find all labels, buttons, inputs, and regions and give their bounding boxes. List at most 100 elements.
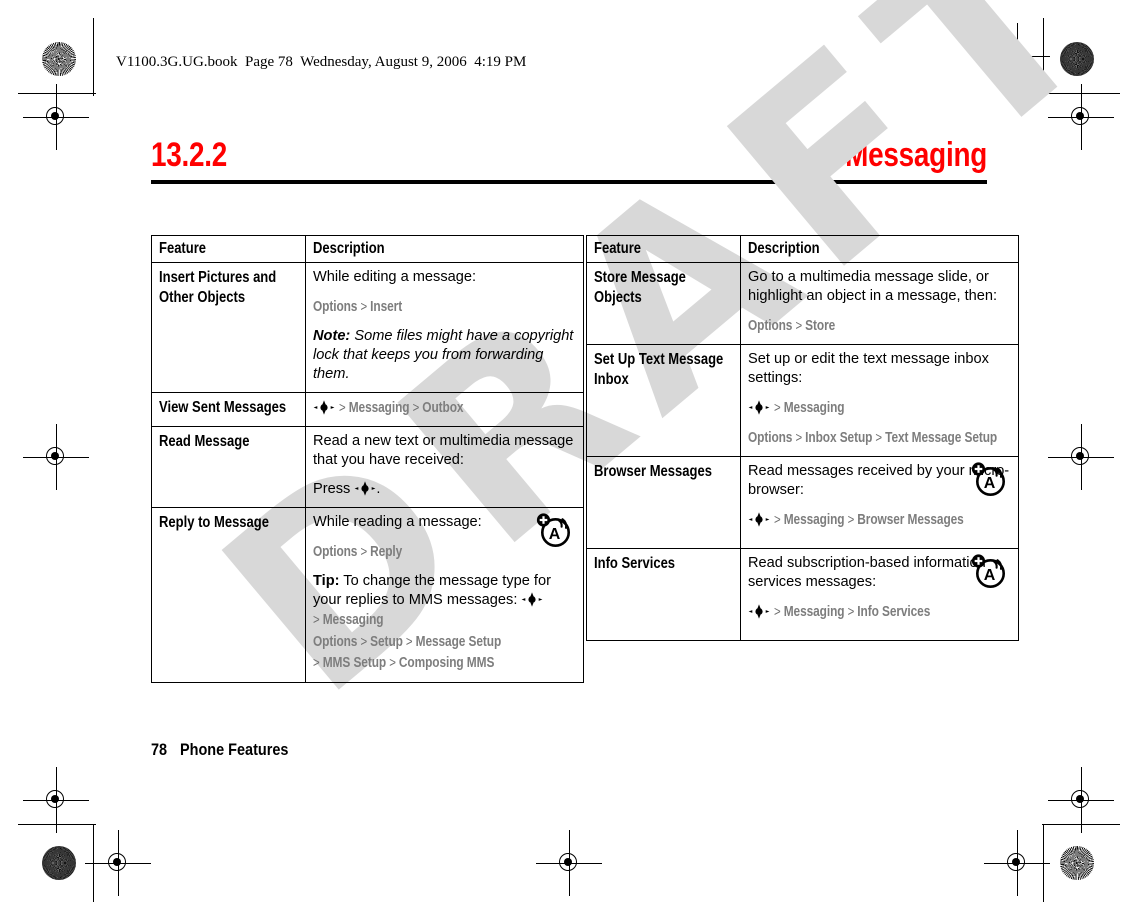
column-header-label: Feature bbox=[594, 240, 642, 257]
menu-path[interactable]: Options > Store bbox=[748, 316, 835, 336]
description-body: Go to a multimedia message slide, or hig… bbox=[748, 268, 1011, 336]
description-body: Read subscription-based information serv… bbox=[748, 554, 1011, 622]
menu-path-line: > Messaging > Outbox bbox=[313, 398, 576, 418]
description-text: Set up or edit the text message inbox se… bbox=[748, 350, 989, 386]
menu-path-item[interactable]: Options bbox=[313, 544, 357, 560]
menu-path-line: > Messaging bbox=[748, 398, 1011, 418]
menu-path-item[interactable]: Reply bbox=[370, 544, 402, 560]
menu-path-item[interactable]: Options bbox=[313, 299, 357, 315]
feature-label: Insert Pictures and Other Objects bbox=[159, 269, 277, 306]
path-separator: > bbox=[386, 653, 399, 670]
menu-path[interactable]: > Messaging > Browser Messages bbox=[774, 510, 964, 530]
nav-key-icon bbox=[748, 512, 770, 527]
browser-message-icon: A bbox=[535, 511, 573, 549]
table-row: Insert Pictures and Other Objects While e… bbox=[151, 262, 584, 393]
menu-path[interactable]: > Messaging > Outbox bbox=[339, 398, 464, 418]
menu-path-item[interactable]: Text Message Setup bbox=[885, 430, 997, 446]
description-body: > Messaging > Outbox bbox=[313, 398, 576, 418]
menu-path-item[interactable]: Messaging bbox=[784, 400, 845, 416]
column-header: Description bbox=[305, 235, 584, 263]
table-row: Read Message Read a new text or multimedi… bbox=[151, 425, 584, 508]
menu-path-item[interactable]: Options bbox=[313, 634, 357, 650]
section-name: Messaging bbox=[845, 136, 987, 174]
feature-label: View Sent Messages bbox=[159, 398, 287, 416]
path-separator: > bbox=[774, 602, 784, 619]
description-cell: Read a new text or multimedia message th… bbox=[305, 425, 584, 508]
path-separator: > bbox=[357, 542, 371, 559]
description-text: While editing a message: bbox=[313, 269, 477, 285]
path-separator: > bbox=[792, 428, 806, 445]
nav-key-icon bbox=[354, 481, 376, 496]
column-header-label: Description bbox=[748, 240, 820, 257]
description-body: While reading a message: Options > Reply T… bbox=[313, 513, 576, 673]
menu-path[interactable]: > Messaging bbox=[313, 610, 384, 630]
menu-path-item[interactable]: Options bbox=[748, 430, 792, 446]
path-separator: > bbox=[357, 297, 371, 314]
column-header-label: Feature bbox=[159, 240, 207, 257]
menu-path-item[interactable]: Messaging bbox=[784, 604, 845, 620]
table-row: Set Up Text Message Inbox Set up or edit … bbox=[586, 343, 1019, 457]
path-separator: > bbox=[872, 428, 886, 445]
menu-path[interactable]: Options > Insert bbox=[313, 297, 402, 317]
menu-path[interactable]: > Messaging bbox=[774, 398, 845, 418]
description-cell: Read messages received by your micro-bro… bbox=[740, 455, 1019, 549]
description-body: Read messages received by your micro-bro… bbox=[748, 462, 1011, 530]
path-separator: > bbox=[774, 398, 784, 415]
section-number: 13.2.2 bbox=[151, 136, 228, 174]
nav-key-icon bbox=[313, 400, 335, 415]
description-cell: While editing a message: Options > Insert… bbox=[305, 262, 584, 393]
menu-path-item[interactable]: Composing MMS bbox=[399, 655, 494, 671]
browser-message-icon: A bbox=[970, 552, 1008, 590]
description-text: Read a new text or multimedia message th… bbox=[313, 432, 574, 468]
crop-mark-line bbox=[93, 18, 95, 96]
registration-target bbox=[984, 23, 1050, 89]
menu-path-item[interactable]: Messaging bbox=[349, 400, 410, 416]
document-page: V1100.3G.UG.book Page 78 Wednesday, Augu… bbox=[0, 0, 1138, 920]
menu-path[interactable]: > Messaging > Info Services bbox=[774, 602, 930, 622]
table-row: Reply to Message While reading a message:… bbox=[151, 506, 584, 683]
menu-path-item[interactable]: Store bbox=[805, 318, 835, 334]
feature-cell: Reply to Message bbox=[151, 506, 306, 683]
menu-path-item[interactable]: Outbox bbox=[422, 400, 463, 416]
table-row: Browser Messages Read messages received b… bbox=[586, 455, 1019, 549]
column-header: Feature bbox=[586, 235, 741, 263]
feature-label: Reply to Message bbox=[159, 513, 269, 531]
menu-path-line: Options > Insert bbox=[313, 297, 576, 317]
menu-path[interactable]: > MMS Setup > Composing MMS bbox=[313, 653, 494, 673]
browser-message-icon: A bbox=[970, 460, 1008, 498]
registration-target bbox=[23, 767, 89, 833]
menu-path-line: > Messaging > Info Services bbox=[748, 602, 1011, 622]
feature-cell: Insert Pictures and Other Objects bbox=[151, 262, 306, 393]
tip-block: Tip: To change the message type for your… bbox=[313, 572, 551, 608]
feature-cell: Store Message Objects bbox=[586, 262, 741, 345]
path-separator: > bbox=[339, 398, 349, 415]
feature-label: Read Message bbox=[159, 432, 250, 450]
column-header: Description bbox=[740, 235, 1019, 263]
feature-cell: Browser Messages bbox=[586, 455, 741, 549]
menu-path[interactable]: Options > Setup > Message Setup bbox=[313, 632, 501, 652]
menu-path-item[interactable]: Setup bbox=[370, 634, 403, 650]
feature-label: Store Message Objects bbox=[594, 269, 686, 306]
menu-path[interactable]: Options > Reply bbox=[313, 542, 402, 562]
crop-mark-line bbox=[18, 824, 96, 826]
feature-cell: Info Services bbox=[586, 547, 741, 641]
menu-path-line: > Messaging > Browser Messages bbox=[748, 510, 1011, 530]
menu-path-item[interactable]: Info Services bbox=[857, 604, 930, 620]
menu-path-item[interactable]: Messaging bbox=[784, 512, 845, 528]
menu-path-line: Options > Store bbox=[748, 316, 1011, 336]
menu-path-item[interactable]: Message Setup bbox=[416, 634, 502, 650]
menu-path-item[interactable]: Messaging bbox=[323, 612, 384, 628]
menu-path-item[interactable]: Insert bbox=[370, 299, 402, 315]
title-divider-rule bbox=[151, 180, 987, 184]
menu-path-item[interactable]: Options bbox=[748, 318, 792, 334]
menu-path-item[interactable]: Browser Messages bbox=[857, 512, 964, 528]
path-separator: > bbox=[357, 632, 371, 649]
menu-path-item[interactable]: MMS Setup bbox=[323, 655, 386, 671]
menu-path-item[interactable]: Inbox Setup bbox=[805, 430, 872, 446]
registration-target bbox=[984, 830, 1050, 896]
registration-target bbox=[1048, 424, 1114, 490]
feature-cell: View Sent Messages bbox=[151, 391, 306, 427]
menu-path[interactable]: Options > Inbox Setup > Text Message Set… bbox=[748, 428, 997, 448]
path-separator: > bbox=[844, 510, 858, 527]
registration-target bbox=[1048, 767, 1114, 833]
